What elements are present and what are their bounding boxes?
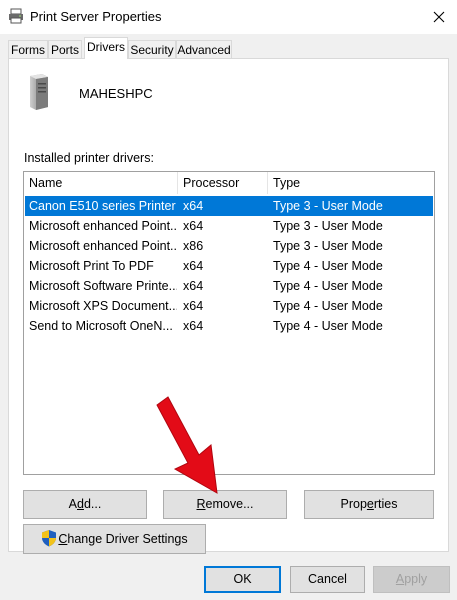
close-button[interactable] — [425, 4, 453, 30]
column-header-name[interactable]: Name — [24, 172, 178, 194]
uac-shield-icon — [41, 529, 57, 557]
driver-type: Type 3 - User Mode — [273, 199, 383, 213]
label-part: pply — [404, 572, 428, 586]
driver-processor: x64 — [183, 199, 204, 213]
tab-label: Advanced — [177, 43, 231, 57]
label-part: Prop — [340, 497, 367, 511]
cancel-button[interactable]: Cancel — [290, 566, 365, 593]
change-driver-settings-button[interactable]: Change Driver Settings — [23, 524, 206, 554]
label-part: A — [68, 497, 77, 511]
installed-drivers-label: Installed printer drivers: — [24, 151, 154, 165]
label-part: hange Driver Settings — [67, 532, 188, 546]
add-button[interactable]: Add... — [23, 490, 147, 519]
tab-drivers[interactable]: Drivers — [84, 37, 128, 59]
driver-type: Type 3 - User Mode — [273, 219, 383, 233]
table-row[interactable]: Microsoft enhanced Point... x64 Type 3 -… — [25, 216, 433, 236]
tab-advanced[interactable]: Advanced — [176, 40, 232, 58]
driver-type: Type 3 - User Mode — [273, 239, 383, 253]
ok-button[interactable]: OK — [204, 566, 281, 593]
driver-processor: x64 — [183, 259, 204, 273]
table-row[interactable]: Microsoft Software Printe... x64 Type 4 … — [25, 276, 433, 296]
driver-name: Microsoft enhanced Point... — [29, 239, 177, 253]
column-header-processor[interactable]: Processor — [178, 172, 268, 194]
access-key: A — [395, 572, 405, 586]
driver-processor: x64 — [183, 219, 204, 233]
table-row[interactable]: Microsoft Print To PDF x64 Type 4 - User… — [25, 256, 433, 276]
driver-name: Microsoft Print To PDF — [29, 259, 154, 273]
driver-processor: x64 — [183, 279, 204, 293]
driver-name: Canon E510 series Printer — [29, 199, 176, 213]
tab-security[interactable]: Security — [128, 40, 176, 58]
driver-processor: x64 — [183, 319, 204, 333]
tab-label: Drivers — [87, 40, 125, 54]
properties-button[interactable]: Properties — [304, 490, 434, 519]
tab-forms[interactable]: Forms — [8, 40, 48, 58]
table-row[interactable]: Send to Microsoft OneN... x64 Type 4 - U… — [25, 316, 433, 336]
column-header-type[interactable]: Type — [268, 172, 434, 194]
apply-button[interactable]: Apply — [373, 566, 450, 593]
driver-name: Microsoft Software Printe... — [29, 279, 177, 293]
label-part: d... — [83, 497, 102, 511]
table-row[interactable]: Microsoft enhanced Point... x86 Type 3 -… — [25, 236, 433, 256]
driver-name: Microsoft XPS Document... — [29, 299, 177, 313]
label-part: rties — [373, 497, 398, 511]
close-icon — [433, 11, 445, 23]
driver-type: Type 4 - User Mode — [273, 319, 383, 333]
computer-tower-icon — [27, 74, 49, 110]
driver-type: Type 4 - User Mode — [273, 299, 383, 313]
tab-label: Ports — [50, 43, 79, 57]
tab-label: Forms — [11, 43, 45, 57]
access-key: e — [366, 497, 374, 511]
driver-name: Microsoft enhanced Point... — [29, 219, 177, 233]
tab-ports[interactable]: Ports — [48, 40, 82, 58]
printer-icon — [8, 8, 24, 24]
table-row[interactable]: Canon E510 series Printer x64 Type 3 - U… — [25, 196, 433, 216]
driver-type: Type 4 - User Mode — [273, 279, 383, 293]
access-key: d — [77, 497, 84, 511]
window-title: Print Server Properties — [30, 9, 162, 24]
table-row[interactable]: Microsoft XPS Document... x64 Type 4 - U… — [25, 296, 433, 316]
server-name: MAHESHPC — [79, 86, 153, 101]
red-arrow-icon — [155, 395, 235, 505]
tab-label: Security — [130, 43, 174, 57]
driver-processor: x86 — [183, 239, 204, 253]
driver-type: Type 4 - User Mode — [273, 259, 383, 273]
driver-processor: x64 — [183, 299, 204, 313]
driver-name: Send to Microsoft OneN... — [29, 319, 173, 333]
